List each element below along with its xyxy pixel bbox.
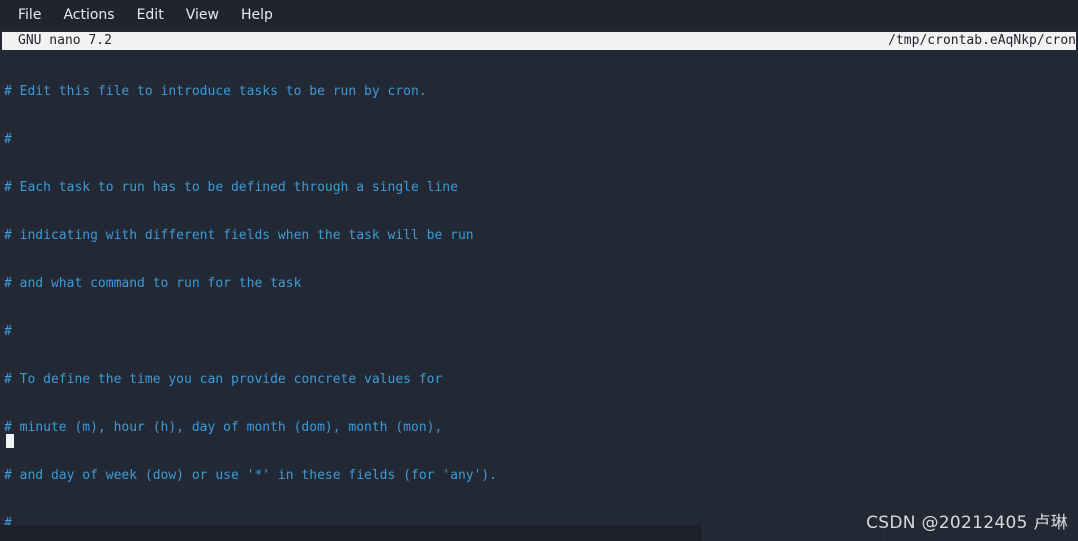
editor-line: # Each task to run has to be defined thr…: [4, 180, 458, 195]
editor-line: # and day of week (dow) or use '*' in th…: [4, 468, 498, 483]
menu-file[interactable]: File: [10, 4, 49, 26]
terminal-menubar[interactable]: File Actions Edit View Help: [0, 0, 1078, 30]
editor-line: #: [4, 324, 12, 339]
editor-line: # and what command to run for the task: [4, 276, 302, 291]
terminal-window[interactable]: File Actions Edit View Help GNU nano 7.2…: [0, 0, 1078, 525]
nano-version-label: GNU nano 7.2: [18, 33, 112, 48]
menu-edit[interactable]: Edit: [129, 4, 172, 26]
text-cursor: [6, 434, 14, 448]
editor-line: #: [4, 132, 12, 147]
editor-line: # To define the time you can provide con…: [4, 372, 443, 387]
editor-line: # Edit this file to introduce tasks to b…: [4, 84, 427, 99]
editor-line: # indicating with different fields when …: [4, 228, 474, 243]
menu-help[interactable]: Help: [233, 4, 281, 26]
menu-view[interactable]: View: [178, 4, 227, 26]
editor-line: #: [4, 516, 12, 525]
nano-file-path: /tmp/crontab.eAqNkp/cron: [888, 33, 1076, 48]
menu-actions[interactable]: Actions: [55, 4, 122, 26]
nano-title-bar: GNU nano 7.2 /tmp/crontab.eAqNkp/cron: [2, 32, 1076, 50]
editor-line: # minute (m), hour (h), day of month (do…: [4, 420, 443, 435]
nano-editor-area[interactable]: # Edit this file to introduce tasks to b…: [0, 50, 1078, 525]
